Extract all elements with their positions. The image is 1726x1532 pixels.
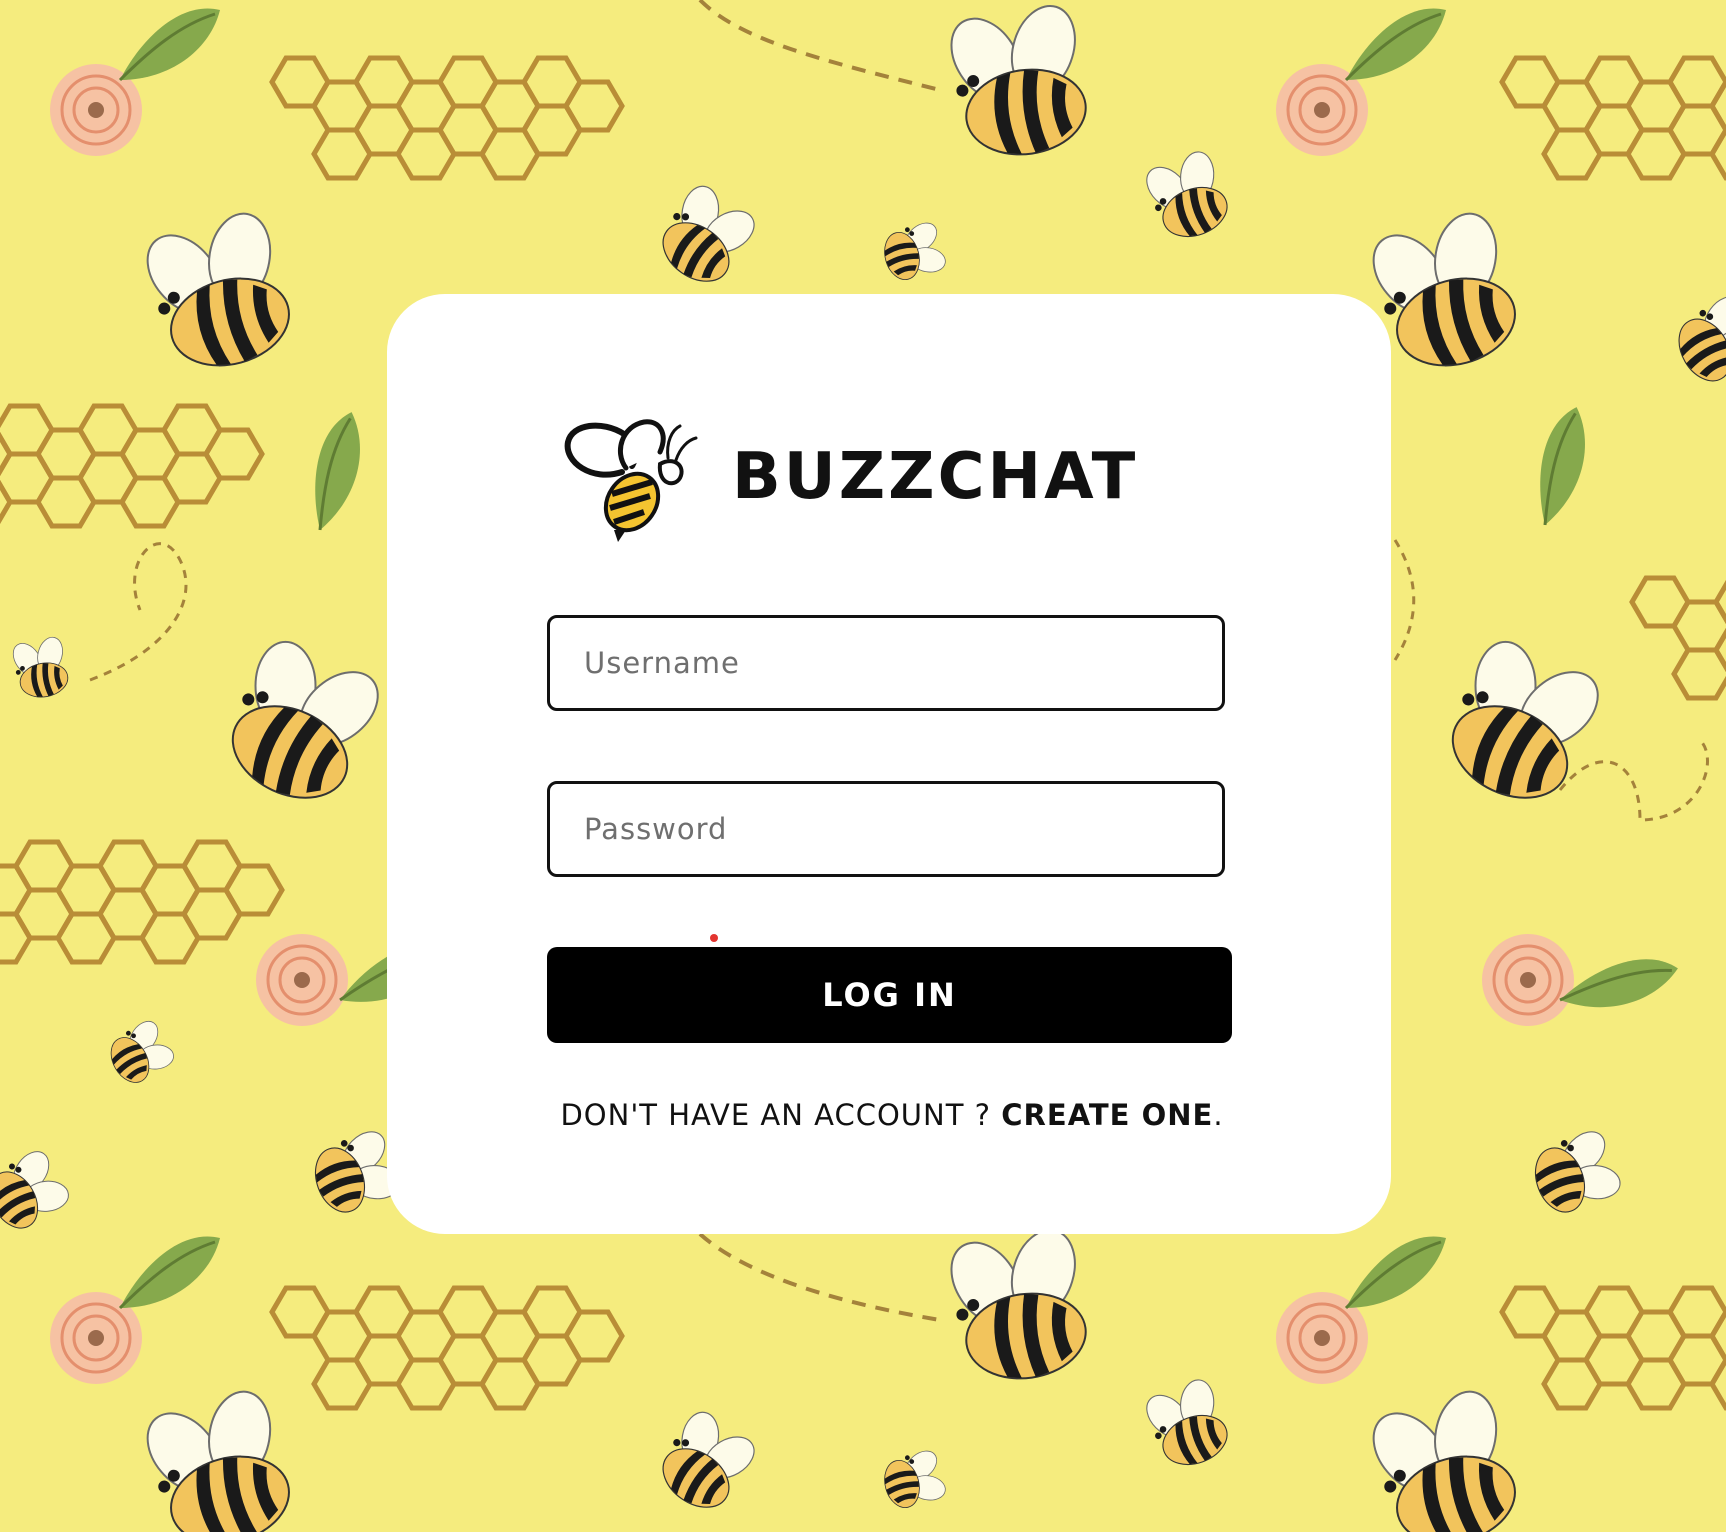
login-button[interactable]: LOG IN [547, 947, 1232, 1043]
signup-prompt-suffix: . [1213, 1098, 1224, 1132]
app-title: BUZZCHAT [732, 440, 1139, 514]
login-card: BUZZCHAT LOG IN DON'T HAVE AN ACCOUNT ? … [387, 294, 1391, 1234]
brand-header: BUZZCHAT [562, 412, 1138, 542]
bee-logo-icon [564, 419, 698, 542]
signup-prompt-text: DON'T HAVE AN ACCOUNT ? [560, 1098, 1002, 1132]
indicator-dot [710, 934, 718, 942]
username-input[interactable] [547, 615, 1225, 711]
create-account-link[interactable]: CREATE ONE [1001, 1098, 1213, 1132]
signup-prompt: DON'T HAVE AN ACCOUNT ? CREATE ONE. [547, 1098, 1237, 1132]
password-input[interactable] [547, 781, 1225, 877]
